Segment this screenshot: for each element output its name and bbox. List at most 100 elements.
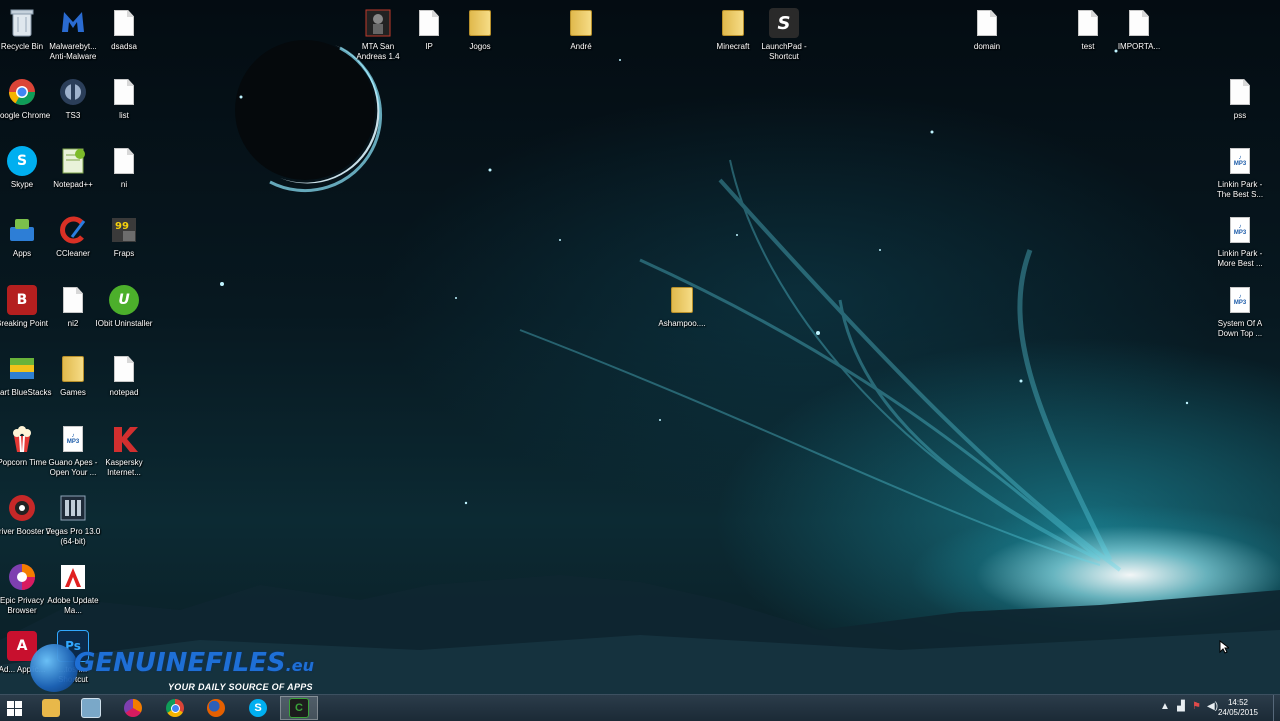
taskbar-camtasia[interactable]: C (280, 696, 318, 720)
desktop-icon-list[interactable]: list (94, 75, 154, 121)
folder-icon (665, 283, 699, 317)
taskbar-chrome[interactable] (156, 696, 194, 720)
desktop: Recycle Bin Malwarebyt... Anti-Malware d… (0, 0, 1280, 694)
start-button[interactable] (0, 696, 28, 720)
epic-browser-icon (124, 699, 142, 717)
desktop-icon-label: list (119, 111, 129, 120)
desktop-icon-launchpad[interactable]: S LaunchPad - Shortcut (754, 6, 814, 62)
desktop-icon-label: notepad (109, 388, 139, 397)
watermark-tld: .eu (285, 656, 314, 675)
document-icon (107, 144, 141, 178)
folder-icon (564, 6, 598, 40)
document-icon (1071, 6, 1105, 40)
skype-icon: S (5, 144, 39, 178)
desktop-icon-label: pss (1233, 111, 1247, 120)
desktop-icon-adobe-update[interactable]: Adobe Update Ma... (43, 560, 103, 616)
desktop-icon-label: dsadsa (111, 42, 137, 51)
chrome-icon (166, 699, 184, 717)
desktop-icon-system-of-a-down[interactable]: ♪ MP3 System Of A Down Top ... (1210, 283, 1270, 339)
adobe-icon (56, 560, 90, 594)
launchpad-icon: S (767, 6, 801, 40)
epic-browser-icon (5, 560, 39, 594)
desktop-icon-linkin-park-more[interactable]: ♪ MP3 Linkin Park - More Best ... (1210, 213, 1270, 269)
desktop-icon-label: LaunchPad - Shortcut (761, 42, 807, 61)
watermark-title: GENUINEFILES.eu (74, 648, 314, 678)
desktop-icon-notepad[interactable]: notepad (94, 352, 154, 398)
clock-time: 14:52 (1227, 698, 1248, 707)
desktop-icon-label: Jogos (469, 42, 491, 51)
popcorn-icon (5, 422, 39, 456)
desktop-icon-label: ni (120, 180, 128, 189)
desktop-icon-fraps[interactable]: 99 Fraps (94, 213, 154, 259)
clock-date: 24/05/2015 (1217, 708, 1258, 717)
mouse-cursor-icon (1219, 640, 1229, 654)
taskbar-file-explorer[interactable] (32, 696, 70, 720)
watermark-tagline: YOUR DAILY SOURCE OF APPS (168, 682, 313, 692)
windows-logo-icon (6, 700, 22, 716)
show-hidden-icons-icon[interactable]: ▲ (1160, 701, 1170, 712)
desktop-icon-label: Ashampoo.... (658, 319, 706, 328)
desktop-icon-andre[interactable]: André (551, 6, 611, 52)
desktop-icon-importa[interactable]: IMPORTA... (1109, 6, 1169, 52)
bluestacks-icon (5, 352, 39, 386)
clock[interactable]: 14:52 24/05/2015 (1218, 698, 1258, 718)
driver-booster-icon (5, 491, 39, 525)
desktop-icon-label: Linkin Park - More Best ... (1217, 249, 1263, 268)
breaking-point-icon: B (5, 283, 39, 317)
taskbar-epic-browser[interactable] (114, 696, 152, 720)
desktop-icon-linkin-park-best[interactable]: ♪ MP3 Linkin Park - The Best S... (1210, 144, 1270, 200)
folder-icon (42, 699, 60, 717)
folder-icon (716, 6, 750, 40)
taskbar-desktop-app[interactable] (72, 696, 110, 720)
desktop-icon-ashampoo[interactable]: Ashampoo.... (652, 283, 712, 329)
volume-icon[interactable]: ◀) (1207, 701, 1218, 712)
mp3-icon: ♪ MP3 (56, 422, 90, 456)
desktop-icon-label: André (570, 42, 592, 51)
wallpaper (0, 40, 1280, 694)
firefox-icon (207, 699, 225, 717)
notepadpp-icon (56, 144, 90, 178)
apps-icon (5, 213, 39, 247)
taskbar-skype[interactable]: S (239, 696, 277, 720)
chrome-icon (5, 75, 39, 109)
desktop-icon-iobit-uninstaller[interactable]: U IObit Uninstaller (94, 283, 154, 329)
document-icon (107, 352, 141, 386)
iobit-icon: U (107, 283, 141, 317)
watermark-brand: GENUINEFILES (74, 648, 286, 678)
desktop-icon-label: IObit Uninstaller (95, 319, 153, 328)
fraps-icon: 99 (107, 213, 141, 247)
document-icon (1122, 6, 1156, 40)
desktop-icon-kaspersky[interactable]: Kaspersky Internet... (94, 422, 154, 478)
taskbar: S C ▲ ▟ ⚑ ◀) 14:52 24/05/2015 (0, 694, 1280, 721)
desktop-icon-label: Fraps (113, 249, 135, 258)
teamspeak-icon (56, 75, 90, 109)
vegas-icon (56, 491, 90, 525)
network-icon[interactable]: ▟ (1177, 701, 1185, 712)
camtasia-icon: C (289, 698, 309, 718)
kaspersky-icon (107, 422, 141, 456)
desktop-icon-label: System Of A Down Top ... (1217, 319, 1263, 338)
desktop-icon-vegas-pro[interactable]: Vegas Pro 13.0 (64-bit) (43, 491, 103, 547)
taskbar-firefox[interactable] (197, 696, 235, 720)
desktop-icon-ni[interactable]: ni (94, 144, 154, 190)
show-desktop-button[interactable] (1273, 695, 1280, 721)
mp3-icon: ♪ MP3 (1223, 213, 1257, 247)
desktop-icon-label: IMPORTA... (1117, 42, 1161, 51)
folder-icon (56, 352, 90, 386)
desktop-icon-domain[interactable]: domain (957, 6, 1017, 52)
desktop-icon-label: Vegas Pro 13.0 (64-bit) (45, 527, 101, 546)
desktop-icon-dsadsa[interactable]: dsadsa (94, 6, 154, 52)
folder-icon (463, 6, 497, 40)
desktop-icon-jogos[interactable]: Jogos (450, 6, 510, 52)
desktop-icon-label: Linkin Park - The Best S... (1216, 180, 1264, 199)
desktop-icon-label: domain (973, 42, 1001, 51)
action-center-icon[interactable]: ⚑ (1192, 701, 1201, 712)
recycle-bin-icon (5, 6, 39, 40)
document-icon (1223, 75, 1257, 109)
ccleaner-icon (56, 213, 90, 247)
svg-text:99: 99 (115, 221, 129, 232)
mp3-icon: ♪ MP3 (1223, 144, 1257, 178)
window-icon (81, 698, 101, 718)
desktop-icon-label: Adobe Update Ma... (47, 596, 99, 615)
desktop-icon-pss[interactable]: pss (1210, 75, 1270, 121)
